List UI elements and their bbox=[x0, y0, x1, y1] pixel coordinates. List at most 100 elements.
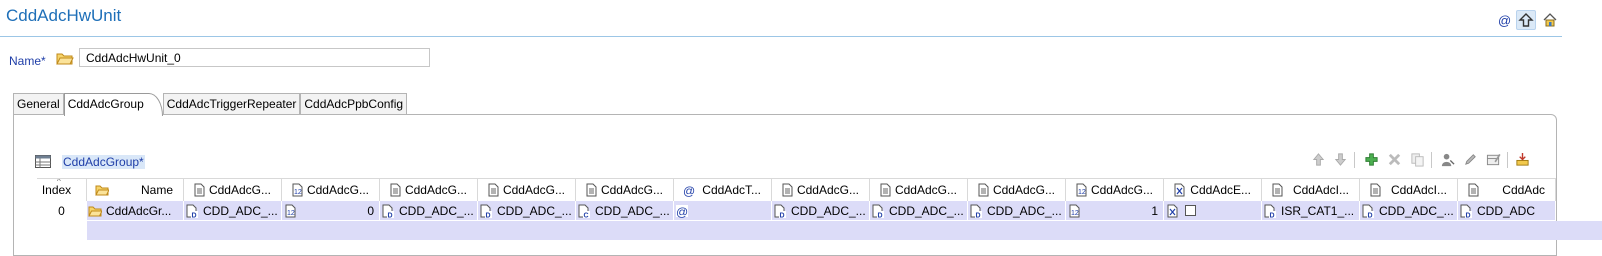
column-header[interactable]: CddAdcG... bbox=[380, 179, 478, 201]
move-up-icon[interactable] bbox=[1309, 150, 1327, 168]
d-doc-icon bbox=[186, 204, 199, 218]
d-doc-icon bbox=[872, 204, 885, 218]
section-title: CddAdcGroup* bbox=[62, 155, 145, 169]
table-cell[interactable]: 1 bbox=[1066, 201, 1164, 220]
column-header-label: Name bbox=[140, 183, 173, 197]
table-cell[interactable]: ISR_CAT1_... bbox=[1262, 201, 1360, 220]
table-cell[interactable]: 0 bbox=[282, 201, 380, 220]
doc-icon bbox=[880, 183, 891, 197]
table-cell-value: CDD_ADC_... bbox=[889, 203, 964, 218]
d-doc-icon bbox=[1362, 204, 1375, 218]
table-cell-value: CDD_ADC bbox=[1477, 203, 1536, 218]
number-doc-icon bbox=[1076, 183, 1087, 197]
doc-icon bbox=[390, 183, 401, 197]
table-cell-value: CDD_ADC_... bbox=[399, 203, 474, 218]
d-doc-icon bbox=[774, 204, 787, 218]
table-cell[interactable]: CDD_ADC_... bbox=[870, 201, 968, 220]
table-cell-value: 1 bbox=[1151, 203, 1158, 218]
name-input[interactable] bbox=[79, 48, 430, 67]
column-header-label: CddAdcG... bbox=[894, 183, 957, 197]
doc-icon bbox=[1370, 183, 1381, 197]
up-arrow-icon[interactable] bbox=[1516, 10, 1536, 30]
column-header[interactable]: CddAdcI... bbox=[1262, 179, 1360, 201]
table-cell[interactable] bbox=[1164, 201, 1262, 220]
tab-bar: General CddAdcGroup CddAdcTriggerRepeate… bbox=[13, 93, 408, 116]
at-icon bbox=[683, 184, 696, 197]
table-cell[interactable]: CDD_ADC_... bbox=[184, 201, 282, 220]
column-header[interactable]: CddAdc bbox=[1458, 179, 1556, 201]
group-table: ^ Index Name CddAdcG... CddAdcG... CddAdcG...… bbox=[37, 178, 1602, 247]
column-header[interactable]: Name bbox=[87, 179, 184, 201]
column-header[interactable]: CddAdcG... bbox=[184, 179, 282, 201]
at-icon bbox=[676, 204, 689, 218]
column-header[interactable]: CddAdcG... bbox=[478, 179, 576, 201]
page-title: CddAdcHwUnit bbox=[6, 6, 122, 25]
toolbar-separator bbox=[1507, 152, 1508, 168]
column-header-label: CddAdc bbox=[1502, 183, 1545, 197]
column-header-label: CddAdcG... bbox=[306, 183, 369, 197]
doc-icon bbox=[488, 183, 499, 197]
row-index: 0 bbox=[37, 201, 87, 220]
import-icon[interactable] bbox=[1513, 150, 1531, 168]
d-doc-icon bbox=[1460, 204, 1473, 218]
tab-general[interactable]: General bbox=[13, 93, 64, 114]
name-label: Name* bbox=[9, 54, 46, 68]
column-header[interactable]: CddAdcG... bbox=[282, 179, 380, 201]
doc-icon bbox=[586, 183, 597, 197]
add-icon[interactable] bbox=[1362, 150, 1380, 168]
at-icon[interactable]: @ bbox=[1494, 10, 1514, 30]
column-header[interactable]: CddAdcG... bbox=[870, 179, 968, 201]
table-row[interactable]: 0 CddAdcGr... CDD_ADC_... 0 CDD_ADC_... CDD_A… bbox=[37, 201, 1556, 220]
column-header-label: CddAdcI... bbox=[1292, 183, 1349, 197]
column-header-label: CddAdcG... bbox=[600, 183, 663, 197]
table-cell[interactable]: CDD_ADC_... bbox=[1360, 201, 1458, 220]
edit-icon[interactable] bbox=[1461, 150, 1479, 168]
column-header[interactable]: ^ Index bbox=[37, 179, 87, 201]
column-header[interactable]: CddAdcG... bbox=[772, 179, 870, 201]
column-header-label: CddAdcG... bbox=[404, 183, 467, 197]
c-doc-icon bbox=[578, 204, 591, 218]
column-header-label: CddAdcT... bbox=[702, 183, 761, 197]
table-cell-value: CDD_ADC_... bbox=[1379, 203, 1454, 218]
folder-icon bbox=[95, 185, 109, 196]
delete-icon[interactable] bbox=[1385, 150, 1403, 168]
table-cell[interactable] bbox=[674, 201, 772, 220]
copy-icon[interactable] bbox=[1408, 150, 1426, 168]
home-icon[interactable] bbox=[1540, 10, 1560, 30]
folder-icon bbox=[88, 206, 102, 216]
toolbar-separator bbox=[1431, 152, 1432, 168]
column-header[interactable]: CddAdcE... bbox=[1164, 179, 1262, 201]
doc-icon bbox=[1468, 183, 1479, 197]
table-cell[interactable]: CDD_ADC_... bbox=[772, 201, 870, 220]
tab-cddadcgroup[interactable]: CddAdcGroup bbox=[63, 93, 163, 116]
tab-cddadctriggerrepeater[interactable]: CddAdcTriggerRepeater bbox=[162, 93, 301, 114]
boolean-doc-icon bbox=[1167, 203, 1178, 218]
table-icon bbox=[35, 155, 51, 168]
column-header[interactable]: CddAdcT... bbox=[674, 179, 772, 201]
d-doc-icon bbox=[480, 204, 493, 218]
table-cell[interactable]: CDD_ADC_... bbox=[576, 201, 674, 220]
table-edit-icon[interactable] bbox=[1484, 150, 1502, 168]
table-cell[interactable]: CDD_ADC_... bbox=[478, 201, 576, 220]
column-header[interactable]: CddAdcG... bbox=[1066, 179, 1164, 201]
tab-cddadcppbconfig[interactable]: CddAdcPpbConfig bbox=[300, 93, 408, 114]
boolean-doc-icon bbox=[1174, 183, 1185, 197]
table-cell-value: 0 bbox=[367, 203, 374, 218]
column-header[interactable]: CddAdcG... bbox=[968, 179, 1066, 201]
table-cell-value: CDD_ADC_... bbox=[791, 203, 866, 218]
column-header-label: CddAdcG... bbox=[1090, 183, 1153, 197]
folder-icon bbox=[56, 53, 74, 65]
table-cell-value: ISR_CAT1_... bbox=[1281, 203, 1355, 218]
d-doc-icon bbox=[382, 204, 395, 218]
table-cell[interactable]: CDD_ADC_... bbox=[380, 201, 478, 220]
column-header[interactable]: CddAdcI... bbox=[1360, 179, 1458, 201]
person-icon[interactable] bbox=[1438, 150, 1456, 168]
table-cell[interactable]: CddAdcGr... bbox=[87, 201, 184, 220]
table-cell[interactable]: CDD_ADC_... bbox=[968, 201, 1066, 220]
table-cell[interactable]: CDD_ADC bbox=[1458, 201, 1556, 220]
doc-icon bbox=[782, 183, 793, 197]
checkbox[interactable] bbox=[1185, 205, 1196, 216]
column-header[interactable]: CddAdcG... bbox=[576, 179, 674, 201]
move-down-icon[interactable] bbox=[1331, 150, 1349, 168]
number-doc-icon bbox=[1069, 204, 1080, 217]
